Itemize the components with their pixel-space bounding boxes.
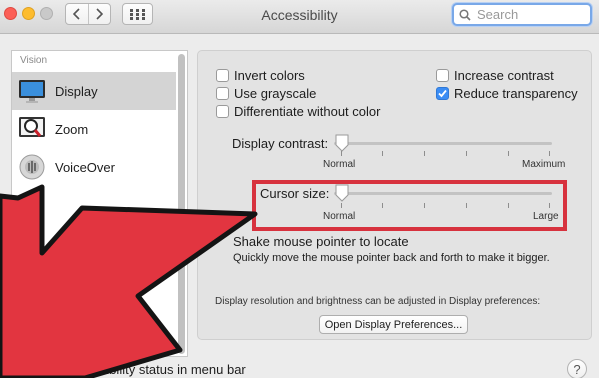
- contrast-min-label: Normal: [323, 159, 356, 170]
- captions-icon: [20, 248, 44, 268]
- slider-tick: [341, 151, 342, 156]
- search-input[interactable]: [477, 7, 577, 22]
- cursor-size-highlight-box: [252, 180, 567, 231]
- contrast-max-label: Maximum: [522, 159, 566, 170]
- checkbox-box[interactable]: [216, 69, 229, 82]
- sidebar-item-captions[interactable]: [12, 239, 176, 277]
- show-status-checkbox[interactable]: Show Accessibility status in menu bar: [11, 362, 246, 377]
- help-button[interactable]: ?: [567, 359, 587, 378]
- zoom-icon: [19, 117, 45, 137]
- display-contrast-slider[interactable]: [334, 142, 552, 145]
- checkbox-label: Differentiate without color: [234, 104, 381, 119]
- checkbox-label: Reduce transparency: [454, 86, 578, 101]
- slider-tick: [508, 151, 509, 156]
- sidebar-item-label: Zoom: [55, 121, 89, 137]
- increase-contrast-checkbox[interactable]: Increase contrast: [436, 68, 554, 83]
- slider-tick: [424, 151, 425, 156]
- search-icon: [459, 8, 471, 21]
- resolution-note: Display resolution and brightness can be…: [215, 296, 541, 307]
- checkbox-label: Invert colors: [234, 68, 305, 83]
- sidebar-item-display[interactable]: Display: [12, 72, 176, 110]
- use-grayscale-checkbox[interactable]: Use grayscale: [216, 86, 316, 101]
- sidebar-scrollbar[interactable]: [178, 54, 185, 354]
- sidebar: Vision Display Zoom VoiceOver Audio Inte…: [11, 50, 188, 357]
- sidebar-heading-interacting: Interacting: [20, 336, 67, 347]
- title-bar: Accessibility: [0, 0, 599, 34]
- sidebar-item-label: Audio: [55, 307, 89, 323]
- differentiate-without-color-checkbox[interactable]: Differentiate without color: [216, 104, 380, 119]
- checkbox-label: Show Accessibility status in menu bar: [29, 362, 246, 377]
- sidebar-item-label: Display: [55, 83, 98, 99]
- sidebar-item-audio[interactable]: Audio: [12, 296, 176, 334]
- invert-colors-checkbox[interactable]: Invert colors: [216, 68, 305, 83]
- sidebar-item-label: VoiceOver: [55, 159, 115, 175]
- sidebar-item-descriptions[interactable]: [12, 197, 176, 235]
- slider-tick: [466, 151, 467, 156]
- shake-to-locate-description: Quickly move the mouse pointer back and …: [233, 252, 550, 264]
- open-display-preferences-button[interactable]: Open Display Preferences...: [319, 315, 468, 334]
- display-icon: [19, 80, 45, 103]
- checkbox-box[interactable]: [216, 105, 229, 118]
- descriptions-icon: [20, 208, 44, 224]
- checkbox-box[interactable]: [216, 87, 229, 100]
- sidebar-heading-vision: Vision: [20, 55, 48, 66]
- checkmark-icon: [438, 89, 447, 98]
- slider-tick: [382, 151, 383, 156]
- checkbox-box[interactable]: [436, 87, 449, 100]
- search-field[interactable]: [452, 3, 592, 26]
- slider-tick: [549, 151, 550, 156]
- display-contrast-label: Display contrast:: [232, 136, 329, 151]
- reduce-transparency-checkbox[interactable]: Reduce transparency: [436, 86, 578, 101]
- display-contrast-slider-knob[interactable]: [334, 134, 350, 152]
- checkbox-box[interactable]: [11, 363, 24, 376]
- checkbox-box[interactable]: [436, 69, 449, 82]
- sidebar-item-zoom[interactable]: Zoom: [12, 110, 176, 148]
- checkbox-label: Use grayscale: [234, 86, 317, 101]
- shake-to-locate-label: Shake mouse pointer to locate: [233, 234, 409, 249]
- speaker-icon: [22, 306, 33, 324]
- sidebar-item-voiceover[interactable]: VoiceOver: [12, 148, 176, 186]
- voiceover-icon: [19, 154, 45, 180]
- checkbox-label: Increase contrast: [454, 68, 554, 83]
